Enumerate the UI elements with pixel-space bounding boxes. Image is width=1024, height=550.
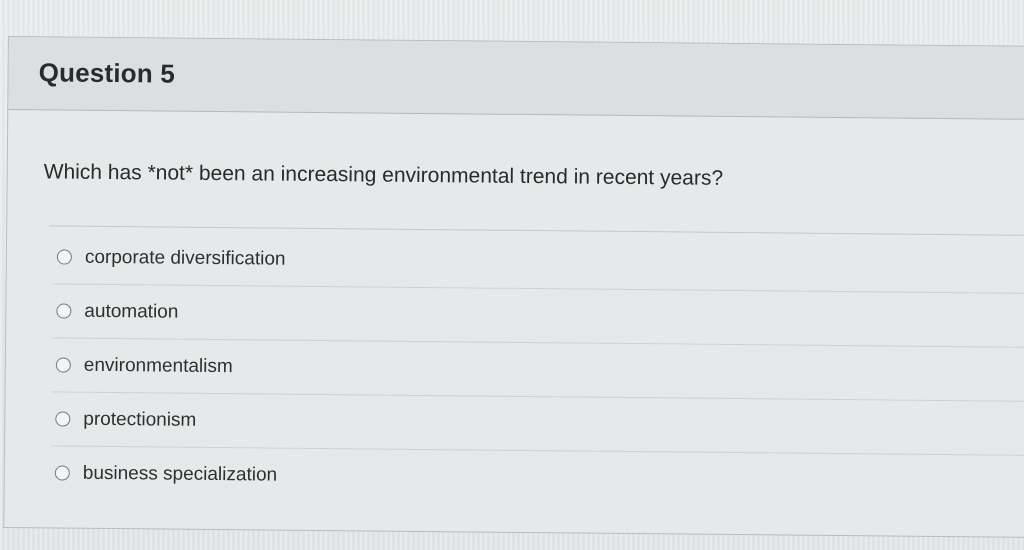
answer-option-business-specialization[interactable]: business specialization [51, 446, 1024, 508]
answer-option-automation[interactable]: automation [52, 284, 1024, 348]
question-title: Question 5 [38, 57, 176, 89]
question-card: Question 5 Which has *not* been an incre… [3, 36, 1024, 538]
radio-button-icon[interactable] [55, 357, 71, 373]
radio-button-icon[interactable] [55, 411, 71, 427]
answer-option-environmentalism[interactable]: environmentalism [51, 338, 1024, 402]
question-prompt: Which has *not* been an increasing envir… [43, 160, 724, 190]
quiz-screen: Question 5 Which has *not* been an incre… [0, 0, 1024, 550]
radio-button-icon[interactable] [56, 249, 72, 265]
answer-option-label: protectionism [83, 408, 197, 431]
answer-option-label: business specialization [82, 462, 278, 486]
answer-option-label: environmentalism [83, 354, 233, 377]
radio-button-icon[interactable] [54, 465, 70, 481]
answer-options: corporate diversification automation env… [51, 230, 1024, 508]
answer-option-corporate-diversification[interactable]: corporate diversification [52, 230, 1024, 294]
answer-option-protectionism[interactable]: protectionism [51, 392, 1024, 456]
radio-button-icon[interactable] [56, 303, 72, 319]
answer-option-label: automation [84, 300, 179, 323]
question-header: Question 5 [8, 37, 1024, 120]
answer-option-label: corporate diversification [84, 246, 286, 270]
